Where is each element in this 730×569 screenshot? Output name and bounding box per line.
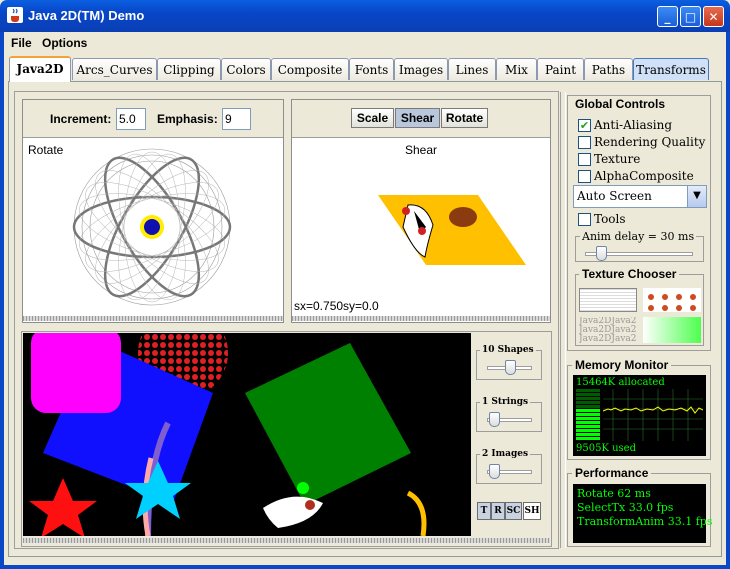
toggle-scale[interactable]: SC (505, 502, 522, 520)
tab-paint[interactable]: Paint (537, 58, 584, 80)
tools-label: Tools (594, 212, 626, 226)
rotate-button[interactable]: Rotate (441, 108, 488, 128)
global-controls-title: Global Controls (572, 97, 668, 111)
performance-title: Performance (572, 466, 652, 480)
minimize-button[interactable]: _ (657, 6, 678, 27)
transform-anim-canvas (23, 333, 471, 536)
shear-button[interactable]: Shear (395, 108, 440, 128)
texture-duke-swatch[interactable] (643, 288, 701, 312)
java-cup-icon[interactable] (7, 7, 23, 23)
shapes-slider[interactable] (505, 360, 516, 375)
tab-transforms[interactable]: Transforms (633, 58, 709, 80)
tab-arcs-curves[interactable]: Arcs_Curves (72, 58, 157, 80)
increment-label: Increment: (50, 112, 112, 126)
tab-java2d[interactable]: Java2D (9, 56, 71, 82)
tools-checkbox[interactable] (578, 213, 591, 226)
alpha-composite-checkbox[interactable] (578, 170, 591, 183)
screen-select-value: Auto Screen (577, 189, 652, 203)
tab-colors[interactable]: Colors (221, 58, 271, 80)
memory-monitor-title: Memory Monitor (572, 358, 672, 372)
shear-caption: Shear (405, 143, 438, 157)
rendering-quality-checkbox[interactable] (578, 136, 591, 149)
tab-paths[interactable]: Paths (584, 58, 633, 80)
close-button[interactable]: ✕ (703, 6, 724, 27)
anti-aliasing-label: Anti-Aliasing (594, 118, 673, 132)
scale-button[interactable]: Scale (351, 108, 394, 128)
texture-text-swatch[interactable]: Java2DJava2D Java2DJava2D Java2DJava2D (579, 317, 637, 343)
toggle-translate[interactable]: T (477, 502, 491, 520)
rendering-quality-label: Rendering Quality (594, 135, 706, 149)
memory-allocated: 15464K allocated (576, 377, 665, 388)
tab-fonts[interactable]: Fonts (349, 58, 394, 80)
memory-bar-chart (576, 389, 600, 440)
perf-line: TransformAnim 33.1 fps (577, 515, 713, 528)
rotate-resize-bar[interactable] (23, 316, 283, 321)
toggle-rotate[interactable]: R (491, 502, 505, 520)
perf-line: Rotate 62 ms (577, 487, 651, 500)
anim-delay-slider[interactable] (596, 246, 607, 261)
images-label: 2 Images (480, 449, 531, 459)
anti-aliasing-checkbox[interactable]: ✔ (578, 119, 591, 132)
rotate-caption: Rotate (28, 143, 64, 157)
tab-composite[interactable]: Composite (271, 58, 349, 80)
menu-file[interactable]: File (11, 36, 32, 50)
anim-delay-label: Anim delay = 30 ms (580, 230, 697, 243)
memory-used: 9505K used (576, 443, 636, 454)
strings-slider[interactable] (489, 412, 500, 427)
shear-status: sx=0.750sy=0.0 (294, 299, 379, 313)
alpha-composite-label: AlphaComposite (594, 169, 694, 183)
tab-lines[interactable]: Lines (448, 58, 496, 80)
emphasis-label: Emphasis: (157, 112, 218, 126)
perf-line: SelectTx 33.0 fps (577, 501, 674, 514)
texture-label: Texture (594, 152, 641, 166)
texture-grid-swatch[interactable] (579, 288, 637, 312)
images-slider[interactable] (489, 464, 500, 479)
tab-mix[interactable]: Mix (496, 58, 537, 80)
increment-input[interactable]: 5.0 (116, 108, 146, 130)
rotate-canvas (72, 148, 232, 306)
strings-label: 1 Strings (480, 397, 531, 407)
shear-resize-bar[interactable] (292, 316, 550, 321)
maximize-button[interactable]: □ (680, 6, 701, 27)
texture-chooser-title: Texture Chooser (579, 267, 680, 281)
texture-gradient-swatch[interactable] (643, 317, 701, 343)
menu-options[interactable]: Options (42, 36, 87, 50)
screen-select[interactable]: Auto Screen ▼ (573, 185, 707, 208)
emphasis-input[interactable]: 9 (222, 108, 251, 130)
memory-graph (603, 389, 703, 441)
texture-text-line: Java2DJava2D (579, 334, 637, 344)
toggle-shear[interactable]: SH (523, 502, 541, 520)
shapes-label: 10 Shapes (480, 345, 536, 355)
tab-images[interactable]: Images (394, 58, 448, 80)
window-title: Java 2D(TM) Demo (28, 8, 145, 23)
tab-clipping[interactable]: Clipping (157, 58, 221, 80)
texture-checkbox[interactable] (578, 153, 591, 166)
splitter[interactable] (560, 92, 566, 548)
anim-resize-bar[interactable] (23, 538, 550, 543)
chevron-down-icon[interactable]: ▼ (687, 186, 706, 207)
shear-canvas (378, 195, 526, 265)
